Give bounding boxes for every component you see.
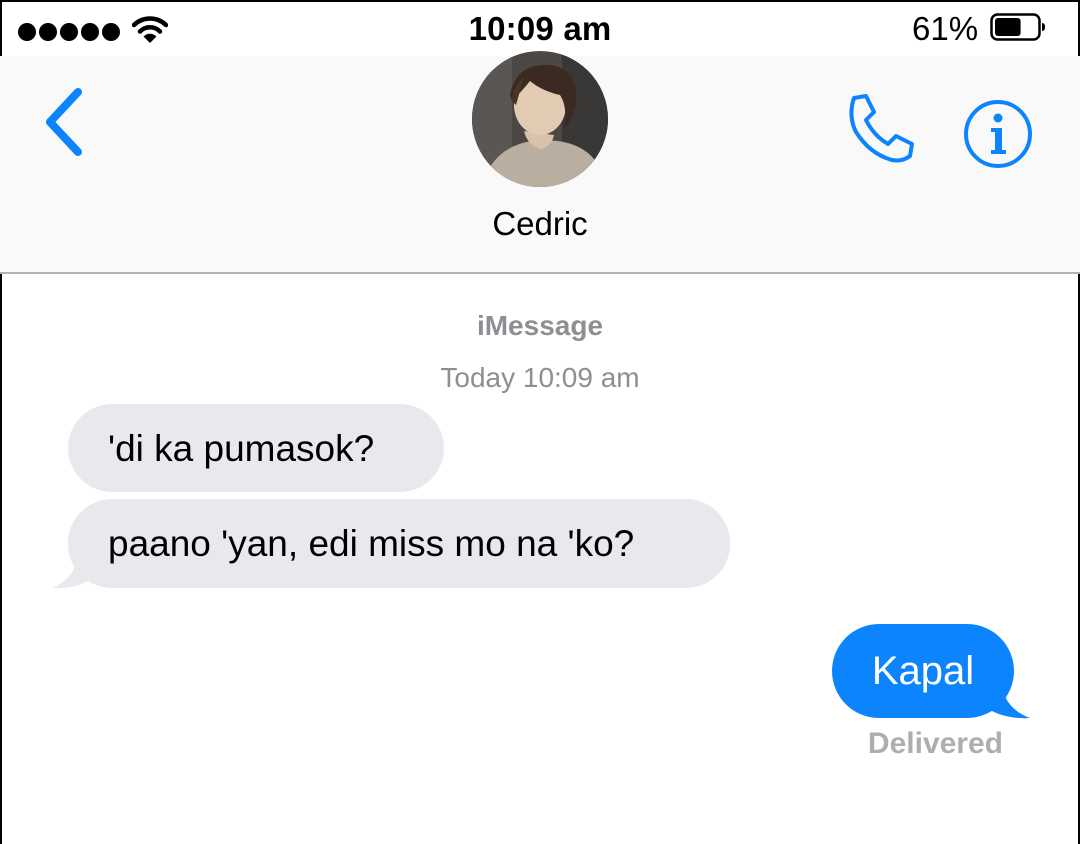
contact-avatar[interactable] (472, 51, 608, 187)
message-text: 'di ka pumasok? (108, 427, 375, 469)
message-timestamp: Today 10:09 am (440, 362, 640, 393)
incoming-message-bubble[interactable]: paano 'yan, edi miss mo na 'ko? (68, 499, 730, 588)
contact-name[interactable]: Cedric (0, 205, 1080, 243)
avatar-photo (472, 51, 608, 187)
battery-icon (990, 13, 1045, 41)
status-bar: 10:09 am 61% (0, 0, 1080, 56)
incoming-message-bubble[interactable]: 'di ka pumasok? (68, 404, 444, 492)
info-icon[interactable] (962, 98, 1034, 170)
header-divider (0, 272, 1080, 274)
phone-icon[interactable] (840, 90, 922, 166)
service-label: iMessage (476, 310, 604, 341)
battery-percentage: 61% (912, 10, 979, 47)
message-text: Kapal (871, 649, 975, 693)
message-text: paano 'yan, edi miss mo na 'ko? (108, 523, 635, 564)
chevron-left-icon[interactable] (36, 82, 92, 162)
outgoing-message-bubble[interactable]: Kapal (832, 624, 1014, 718)
delivery-status: Delivered (867, 727, 1003, 760)
